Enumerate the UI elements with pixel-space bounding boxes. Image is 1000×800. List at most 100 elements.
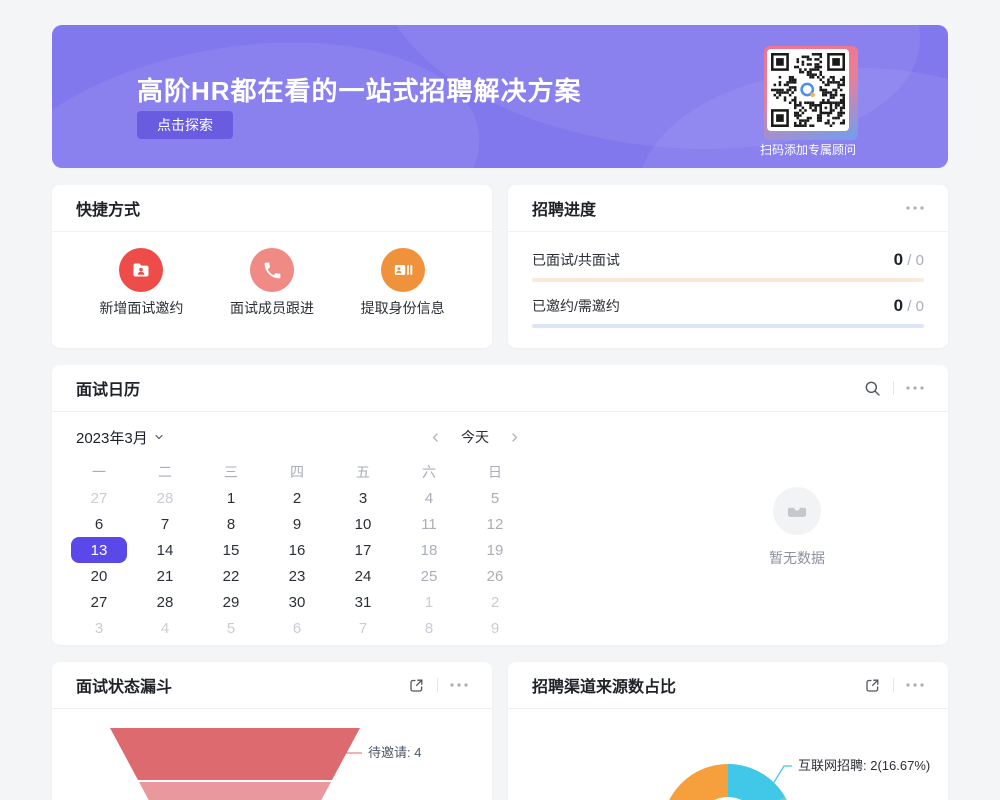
funnel-header: 面试状态漏斗 <box>52 662 492 709</box>
calendar-day-1[interactable]: 1 <box>396 589 462 615</box>
qr-code-inner <box>767 49 849 131</box>
calendar-day-8[interactable]: 8 <box>198 511 264 537</box>
progress-row-invited: 已邀约/需邀约0 / 0 <box>532 296 924 328</box>
calendar-day-3[interactable]: 3 <box>66 615 132 641</box>
quick-action-label: 新增面试邀约 <box>99 298 183 318</box>
calendar-day-22[interactable]: 22 <box>198 563 264 589</box>
calendar-day-6[interactable]: 6 <box>66 511 132 537</box>
weekday-header: 二 <box>132 459 198 485</box>
quick-actions-card: 快捷方式 新增面试邀约 面试成员跟进提取身份信息 <box>52 185 492 348</box>
calendar-day-1[interactable]: 1 <box>198 485 264 511</box>
calendar-nav: 今天 <box>430 427 520 447</box>
calendar-day-30[interactable]: 30 <box>264 589 330 615</box>
calendar-grid: 一二三四五六日272812345678910111213141516171819… <box>66 459 528 641</box>
calendar-day-16[interactable]: 16 <box>264 537 330 563</box>
calendar-month-selector[interactable]: 2023年3月 <box>76 427 164 448</box>
calendar-day-26[interactable]: 26 <box>462 563 528 589</box>
quick-action-extract-identity-info[interactable]: 提取身份信息 <box>337 248 468 318</box>
quick-action-label: 提取身份信息 <box>361 298 445 318</box>
channels-title: 招聘渠道来源数占比 <box>532 673 676 697</box>
calendar-day-9[interactable]: 9 <box>264 511 330 537</box>
search-icon[interactable] <box>864 380 881 397</box>
quick-action-interview-member-followup[interactable]: 面试成员跟进 <box>207 248 338 318</box>
calendar-day-25[interactable]: 25 <box>396 563 462 589</box>
calendar-day-4[interactable]: 4 <box>396 485 462 511</box>
chevron-down-icon <box>154 432 164 442</box>
calendar-day-28[interactable]: 28 <box>132 589 198 615</box>
funnel-card: 面试状态漏斗 待邀请: 4 <box>52 662 492 800</box>
calendar-day-12[interactable]: 12 <box>462 511 528 537</box>
calendar-day-27[interactable]: 27 <box>66 485 132 511</box>
divider <box>437 678 438 692</box>
calendar-day-13-selected[interactable]: 13 <box>66 537 132 563</box>
calendar-day-2[interactable]: 2 <box>264 485 330 511</box>
folder-user-icon <box>119 248 163 292</box>
weekday-header: 六 <box>396 459 462 485</box>
calendar-day-5[interactable]: 5 <box>198 615 264 641</box>
progress-title: 招聘进度 <box>532 196 596 220</box>
channels-card: 招聘渠道来源数占比 互联网招聘: 2(16.67%) <box>508 662 948 800</box>
calendar-day-15[interactable]: 15 <box>198 537 264 563</box>
calendar-day-5[interactable]: 5 <box>462 485 528 511</box>
banner-title: 高阶HR都在看的一站式招聘解决方案 <box>137 71 582 108</box>
progress-card: 招聘进度 已面试/共面试0 / 0已邀约/需邀约0 / 0 <box>508 185 948 348</box>
funnel-chart-svg: 待邀请: 4 <box>52 709 492 800</box>
calendar-day-27[interactable]: 27 <box>66 589 132 615</box>
calendar-day-31[interactable]: 31 <box>330 589 396 615</box>
calendar-day-6[interactable]: 6 <box>264 615 330 641</box>
calendar-day-24[interactable]: 24 <box>330 563 396 589</box>
pie-chart-svg: 互联网招聘: 2(16.67%) <box>508 709 948 800</box>
calendar-day-19[interactable]: 19 <box>462 537 528 563</box>
divider <box>893 381 894 395</box>
today-button[interactable]: 今天 <box>461 427 489 447</box>
ellipsis-icon[interactable] <box>906 386 924 390</box>
calendar-empty-state: 暂无数据 <box>697 487 897 568</box>
prev-month-icon[interactable] <box>430 432 441 443</box>
progress-row-interviewed: 已面试/共面试0 / 0 <box>532 250 924 282</box>
calendar-day-18[interactable]: 18 <box>396 537 462 563</box>
calendar-day-20[interactable]: 20 <box>66 563 132 589</box>
calendar-day-3[interactable]: 3 <box>330 485 396 511</box>
calendar-day-21[interactable]: 21 <box>132 563 198 589</box>
channels-header: 招聘渠道来源数占比 <box>508 662 948 709</box>
calendar-day-28[interactable]: 28 <box>132 485 198 511</box>
calendar-day-8[interactable]: 8 <box>396 615 462 641</box>
quick-actions-title: 快捷方式 <box>76 196 140 220</box>
calendar-day-17[interactable]: 17 <box>330 537 396 563</box>
pie-chart: 互联网招聘: 2(16.67%) <box>508 709 948 800</box>
explore-button[interactable]: 点击探索 <box>137 111 233 139</box>
phone-icon <box>250 248 294 292</box>
calendar-day-11[interactable]: 11 <box>396 511 462 537</box>
calendar-day-7[interactable]: 7 <box>330 615 396 641</box>
calendar-day-23[interactable]: 23 <box>264 563 330 589</box>
funnel-label: 待邀请: 4 <box>368 745 421 760</box>
export-icon[interactable] <box>864 677 881 694</box>
weekday-header: 四 <box>264 459 330 485</box>
calendar-day-14[interactable]: 14 <box>132 537 198 563</box>
calendar-day-2[interactable]: 2 <box>462 589 528 615</box>
calendar-month-label: 2023年3月 <box>76 427 148 448</box>
weekday-header: 一 <box>66 459 132 485</box>
quick-actions-header: 快捷方式 <box>52 185 492 232</box>
calendar-day-10[interactable]: 10 <box>330 511 396 537</box>
calendar-day-7[interactable]: 7 <box>132 511 198 537</box>
qr-caption: 扫码添加专属顾问 <box>750 141 866 158</box>
id-card-icon <box>381 248 425 292</box>
inbox-icon <box>785 499 809 523</box>
calendar-day-4[interactable]: 4 <box>132 615 198 641</box>
progress-body: 已面试/共面试0 / 0已邀约/需邀约0 / 0 <box>508 232 948 328</box>
ellipsis-icon[interactable] <box>906 683 924 687</box>
progress-bar-track <box>532 278 924 282</box>
empty-state-circle <box>773 487 821 535</box>
weekday-header: 三 <box>198 459 264 485</box>
export-icon[interactable] <box>408 677 425 694</box>
calendar-day-29[interactable]: 29 <box>198 589 264 615</box>
funnel-chart: 待邀请: 4 <box>52 709 492 800</box>
progress-row-value: 0 / 0 <box>894 250 924 270</box>
ellipsis-icon[interactable] <box>906 206 924 210</box>
ellipsis-icon[interactable] <box>450 683 468 687</box>
calendar-day-9[interactable]: 9 <box>462 615 528 641</box>
next-month-icon[interactable] <box>509 432 520 443</box>
quick-action-add-interview-invite[interactable]: 新增面试邀约 <box>76 248 207 318</box>
progress-row-label: 已邀约/需邀约 <box>532 296 620 316</box>
